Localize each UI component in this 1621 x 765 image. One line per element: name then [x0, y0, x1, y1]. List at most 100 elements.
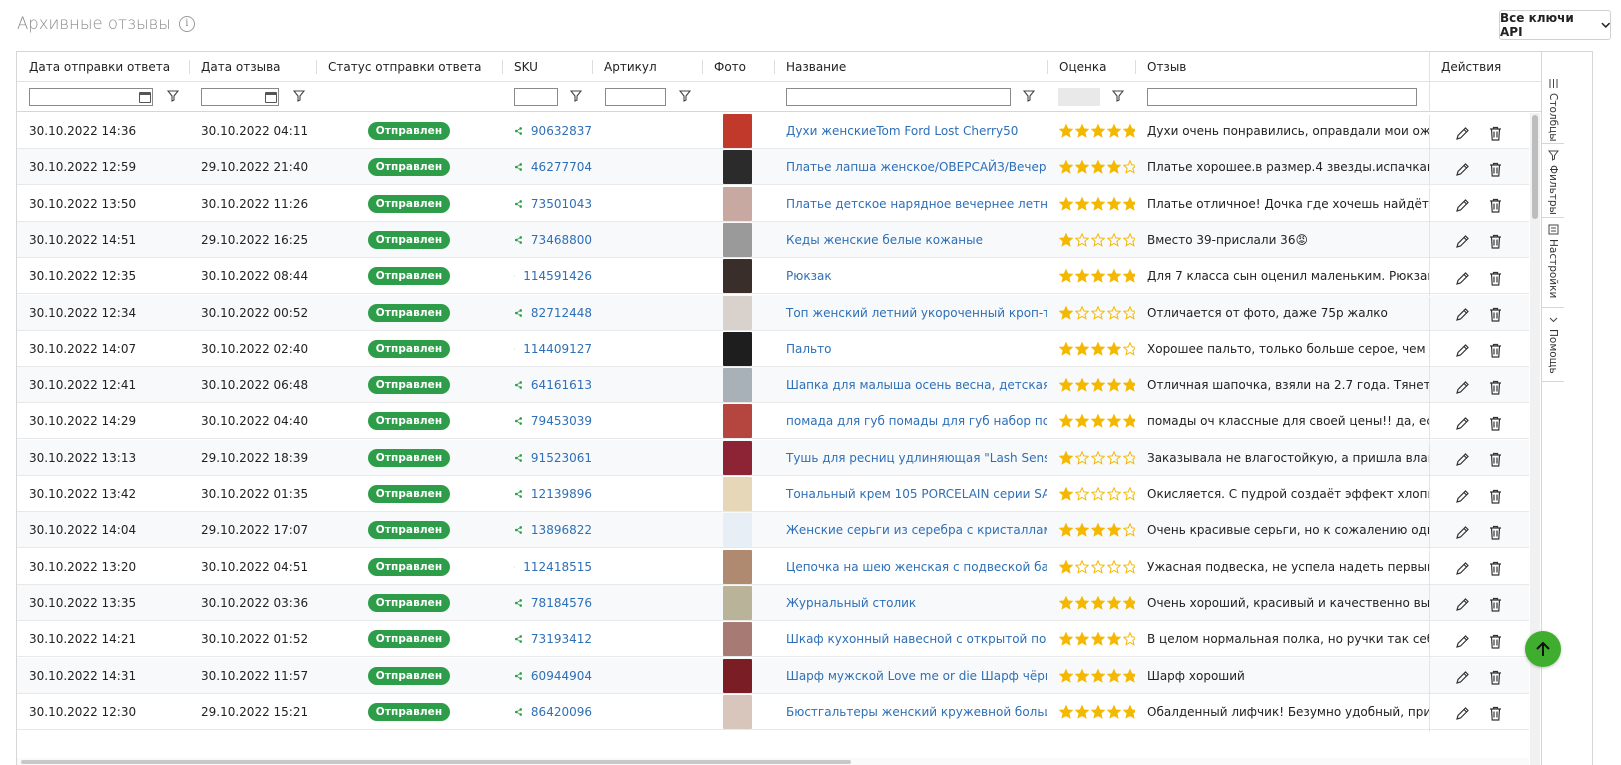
- tab-filters[interactable]: Фильтры: [1542, 144, 1564, 218]
- share-icon[interactable]: [514, 233, 523, 247]
- share-icon[interactable]: [514, 705, 523, 719]
- table-row[interactable]: 30.10.2022 14:31 30.10.2022 11:57 Отправ…: [17, 657, 1529, 694]
- edit-icon[interactable]: [1454, 233, 1471, 250]
- sku-link[interactable]: 114409127: [523, 342, 592, 356]
- share-icon[interactable]: [514, 632, 523, 646]
- product-thumbnail[interactable]: [723, 222, 752, 257]
- product-name-link[interactable]: Женские серьги из серебра с кристаллами: [786, 523, 1047, 537]
- table-row[interactable]: 30.10.2022 12:35 30.10.2022 08:44 Отправ…: [17, 258, 1529, 295]
- delete-icon[interactable]: [1487, 596, 1504, 613]
- product-thumbnail[interactable]: [723, 259, 752, 294]
- product-name-link[interactable]: Тональный крем 105 PORCELAIN серии SATI.…: [786, 487, 1047, 501]
- edit-icon[interactable]: [1454, 415, 1471, 432]
- product-name-link[interactable]: Шарф мужской Love me or die Шарф чёрны..…: [786, 669, 1047, 683]
- share-icon[interactable]: [514, 523, 523, 537]
- sku-link[interactable]: 91523061: [531, 451, 592, 465]
- delete-icon[interactable]: [1487, 379, 1504, 396]
- table-row[interactable]: 30.10.2022 14:51 29.10.2022 16:25 Отправ…: [17, 221, 1529, 258]
- product-name-link[interactable]: Журнальный столик: [786, 596, 916, 610]
- col-review-date[interactable]: Дата отзыва: [189, 52, 316, 81]
- product-thumbnail[interactable]: [723, 585, 752, 620]
- share-icon[interactable]: [514, 306, 523, 320]
- delete-icon[interactable]: [1487, 342, 1504, 359]
- edit-icon[interactable]: [1454, 379, 1471, 396]
- product-thumbnail[interactable]: [723, 186, 752, 221]
- info-icon[interactable]: i: [178, 15, 195, 32]
- product-thumbnail[interactable]: [723, 658, 752, 693]
- edit-icon[interactable]: [1454, 633, 1471, 650]
- sku-link[interactable]: 112418515: [523, 560, 592, 574]
- share-icon[interactable]: [514, 197, 523, 211]
- delete-icon[interactable]: [1487, 560, 1504, 577]
- product-name-link[interactable]: Пальто: [786, 342, 831, 356]
- table-row[interactable]: 30.10.2022 14:04 29.10.2022 17:07 Отправ…: [17, 512, 1529, 549]
- review-date-filter-input[interactable]: [201, 88, 279, 106]
- sku-filter-input[interactable]: [514, 88, 558, 106]
- col-reply-date[interactable]: Дата отправки ответа: [17, 52, 189, 81]
- product-thumbnail[interactable]: [723, 477, 752, 511]
- delete-icon[interactable]: [1487, 197, 1504, 214]
- filter-icon[interactable]: [679, 90, 691, 102]
- sku-link[interactable]: 64161613: [531, 378, 592, 392]
- tab-settings[interactable]: Настройки: [1542, 218, 1564, 308]
- product-name-link[interactable]: Платье лапша женское/ОВЕРСАЙЗ/Вечерне...: [786, 160, 1047, 174]
- sku-link[interactable]: 73468800: [531, 233, 592, 247]
- vertical-scrollbar[interactable]: [1530, 113, 1540, 765]
- product-thumbnail[interactable]: [723, 295, 752, 330]
- article-filter-input[interactable]: [605, 88, 666, 106]
- reply-date-filter-input[interactable]: [29, 88, 153, 106]
- table-row[interactable]: 30.10.2022 13:20 30.10.2022 04:51 Отправ…: [17, 549, 1529, 585]
- table-row[interactable]: 30.10.2022 12:30 29.10.2022 15:21 Отправ…: [17, 694, 1529, 730]
- table-row[interactable]: 30.10.2022 14:07 30.10.2022 02:40 Отправ…: [17, 331, 1529, 367]
- product-name-link[interactable]: Рюкзак: [786, 269, 832, 283]
- share-icon[interactable]: [514, 487, 523, 501]
- sku-link[interactable]: 90632837: [531, 124, 592, 138]
- share-icon[interactable]: [514, 342, 516, 356]
- api-keys-dropdown[interactable]: Все ключи API: [1499, 10, 1611, 40]
- share-icon[interactable]: [514, 160, 523, 174]
- product-name-link[interactable]: Шапка для малыша осень весна, детская: [786, 378, 1047, 392]
- edit-icon[interactable]: [1454, 560, 1471, 577]
- table-row[interactable]: 30.10.2022 13:42 30.10.2022 01:35 Отправ…: [17, 476, 1529, 512]
- col-photo[interactable]: Фото: [702, 52, 774, 81]
- product-thumbnail[interactable]: [723, 549, 752, 584]
- product-thumbnail[interactable]: [723, 331, 752, 366]
- table-row[interactable]: 30.10.2022 14:29 30.10.2022 04:40 Отправ…: [17, 403, 1529, 440]
- share-icon[interactable]: [514, 596, 523, 610]
- sku-link[interactable]: 86420096: [531, 705, 592, 719]
- product-thumbnail[interactable]: [723, 694, 752, 729]
- horizontal-scrollbar[interactable]: [17, 758, 1529, 765]
- sku-link[interactable]: 82712448: [531, 306, 592, 320]
- scroll-to-top-button[interactable]: [1525, 631, 1561, 667]
- tab-columns[interactable]: Столбцы: [1542, 72, 1564, 144]
- sku-link[interactable]: 78184576: [531, 596, 592, 610]
- product-name-link[interactable]: Тушь для ресниц удлиняющая "Lash Sensati…: [786, 451, 1047, 465]
- share-icon[interactable]: [514, 451, 523, 465]
- share-icon[interactable]: [514, 560, 516, 574]
- col-rating[interactable]: Оценка: [1047, 52, 1135, 81]
- delete-icon[interactable]: [1487, 669, 1504, 686]
- sku-link[interactable]: 114591426: [523, 269, 592, 283]
- delete-icon[interactable]: [1487, 306, 1504, 323]
- product-thumbnail[interactable]: [723, 513, 752, 548]
- edit-icon[interactable]: [1454, 270, 1471, 287]
- delete-icon[interactable]: [1487, 125, 1504, 142]
- product-thumbnail[interactable]: [723, 368, 752, 403]
- table-row[interactable]: 30.10.2022 13:35 30.10.2022 03:36 Отправ…: [17, 584, 1529, 621]
- edit-icon[interactable]: [1454, 306, 1471, 323]
- sku-link[interactable]: 73193412: [531, 632, 592, 646]
- filter-icon[interactable]: [167, 90, 179, 102]
- col-name[interactable]: Название: [774, 52, 1047, 81]
- filter-icon[interactable]: [1023, 90, 1035, 102]
- product-thumbnail[interactable]: [723, 150, 752, 185]
- scrollbar-thumb[interactable]: [1532, 115, 1538, 219]
- delete-icon[interactable]: [1487, 705, 1504, 722]
- table-row[interactable]: 30.10.2022 14:36 30.10.2022 04:11 Отправ…: [17, 113, 1529, 149]
- edit-icon[interactable]: [1454, 524, 1471, 541]
- sku-link[interactable]: 60944904: [531, 669, 592, 683]
- share-icon[interactable]: [514, 669, 523, 683]
- product-name-link[interactable]: Топ женский летний укороченный кроп-топ: [786, 306, 1047, 320]
- edit-icon[interactable]: [1454, 197, 1471, 214]
- delete-icon[interactable]: [1487, 451, 1504, 468]
- filter-icon[interactable]: [1112, 90, 1124, 102]
